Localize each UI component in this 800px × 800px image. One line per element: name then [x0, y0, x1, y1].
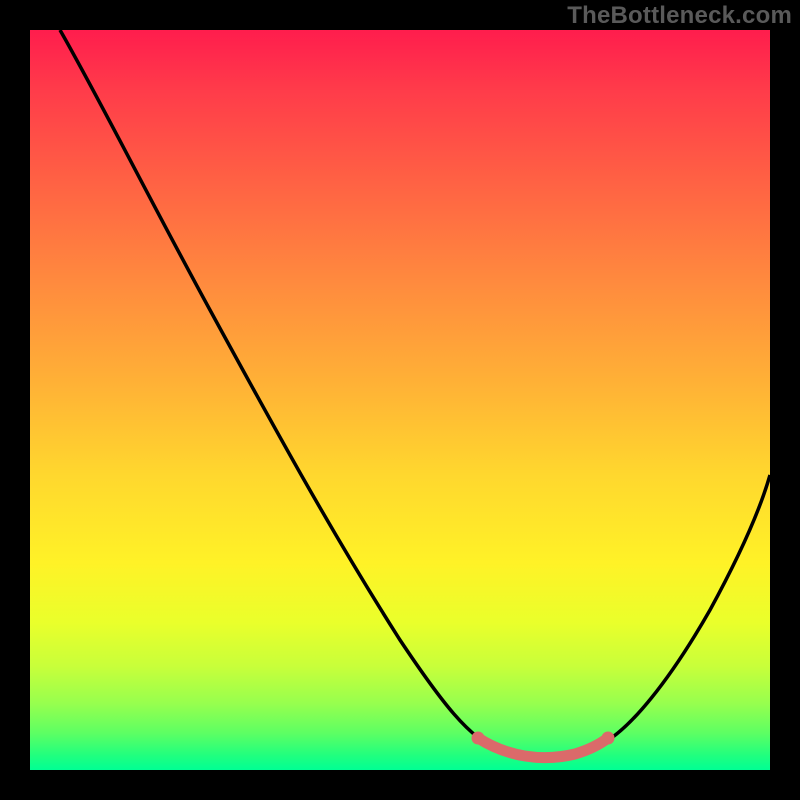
optimal-range-marker: [478, 738, 608, 758]
watermark-text: TheBottleneck.com: [567, 2, 792, 30]
curve-svg: [30, 30, 770, 770]
optimal-range-end-dot: [602, 732, 615, 745]
bottleneck-curve: [60, 30, 770, 756]
optimal-range-start-dot: [472, 732, 485, 745]
plot-area: [30, 30, 770, 770]
chart-frame: TheBottleneck.com: [0, 0, 800, 800]
